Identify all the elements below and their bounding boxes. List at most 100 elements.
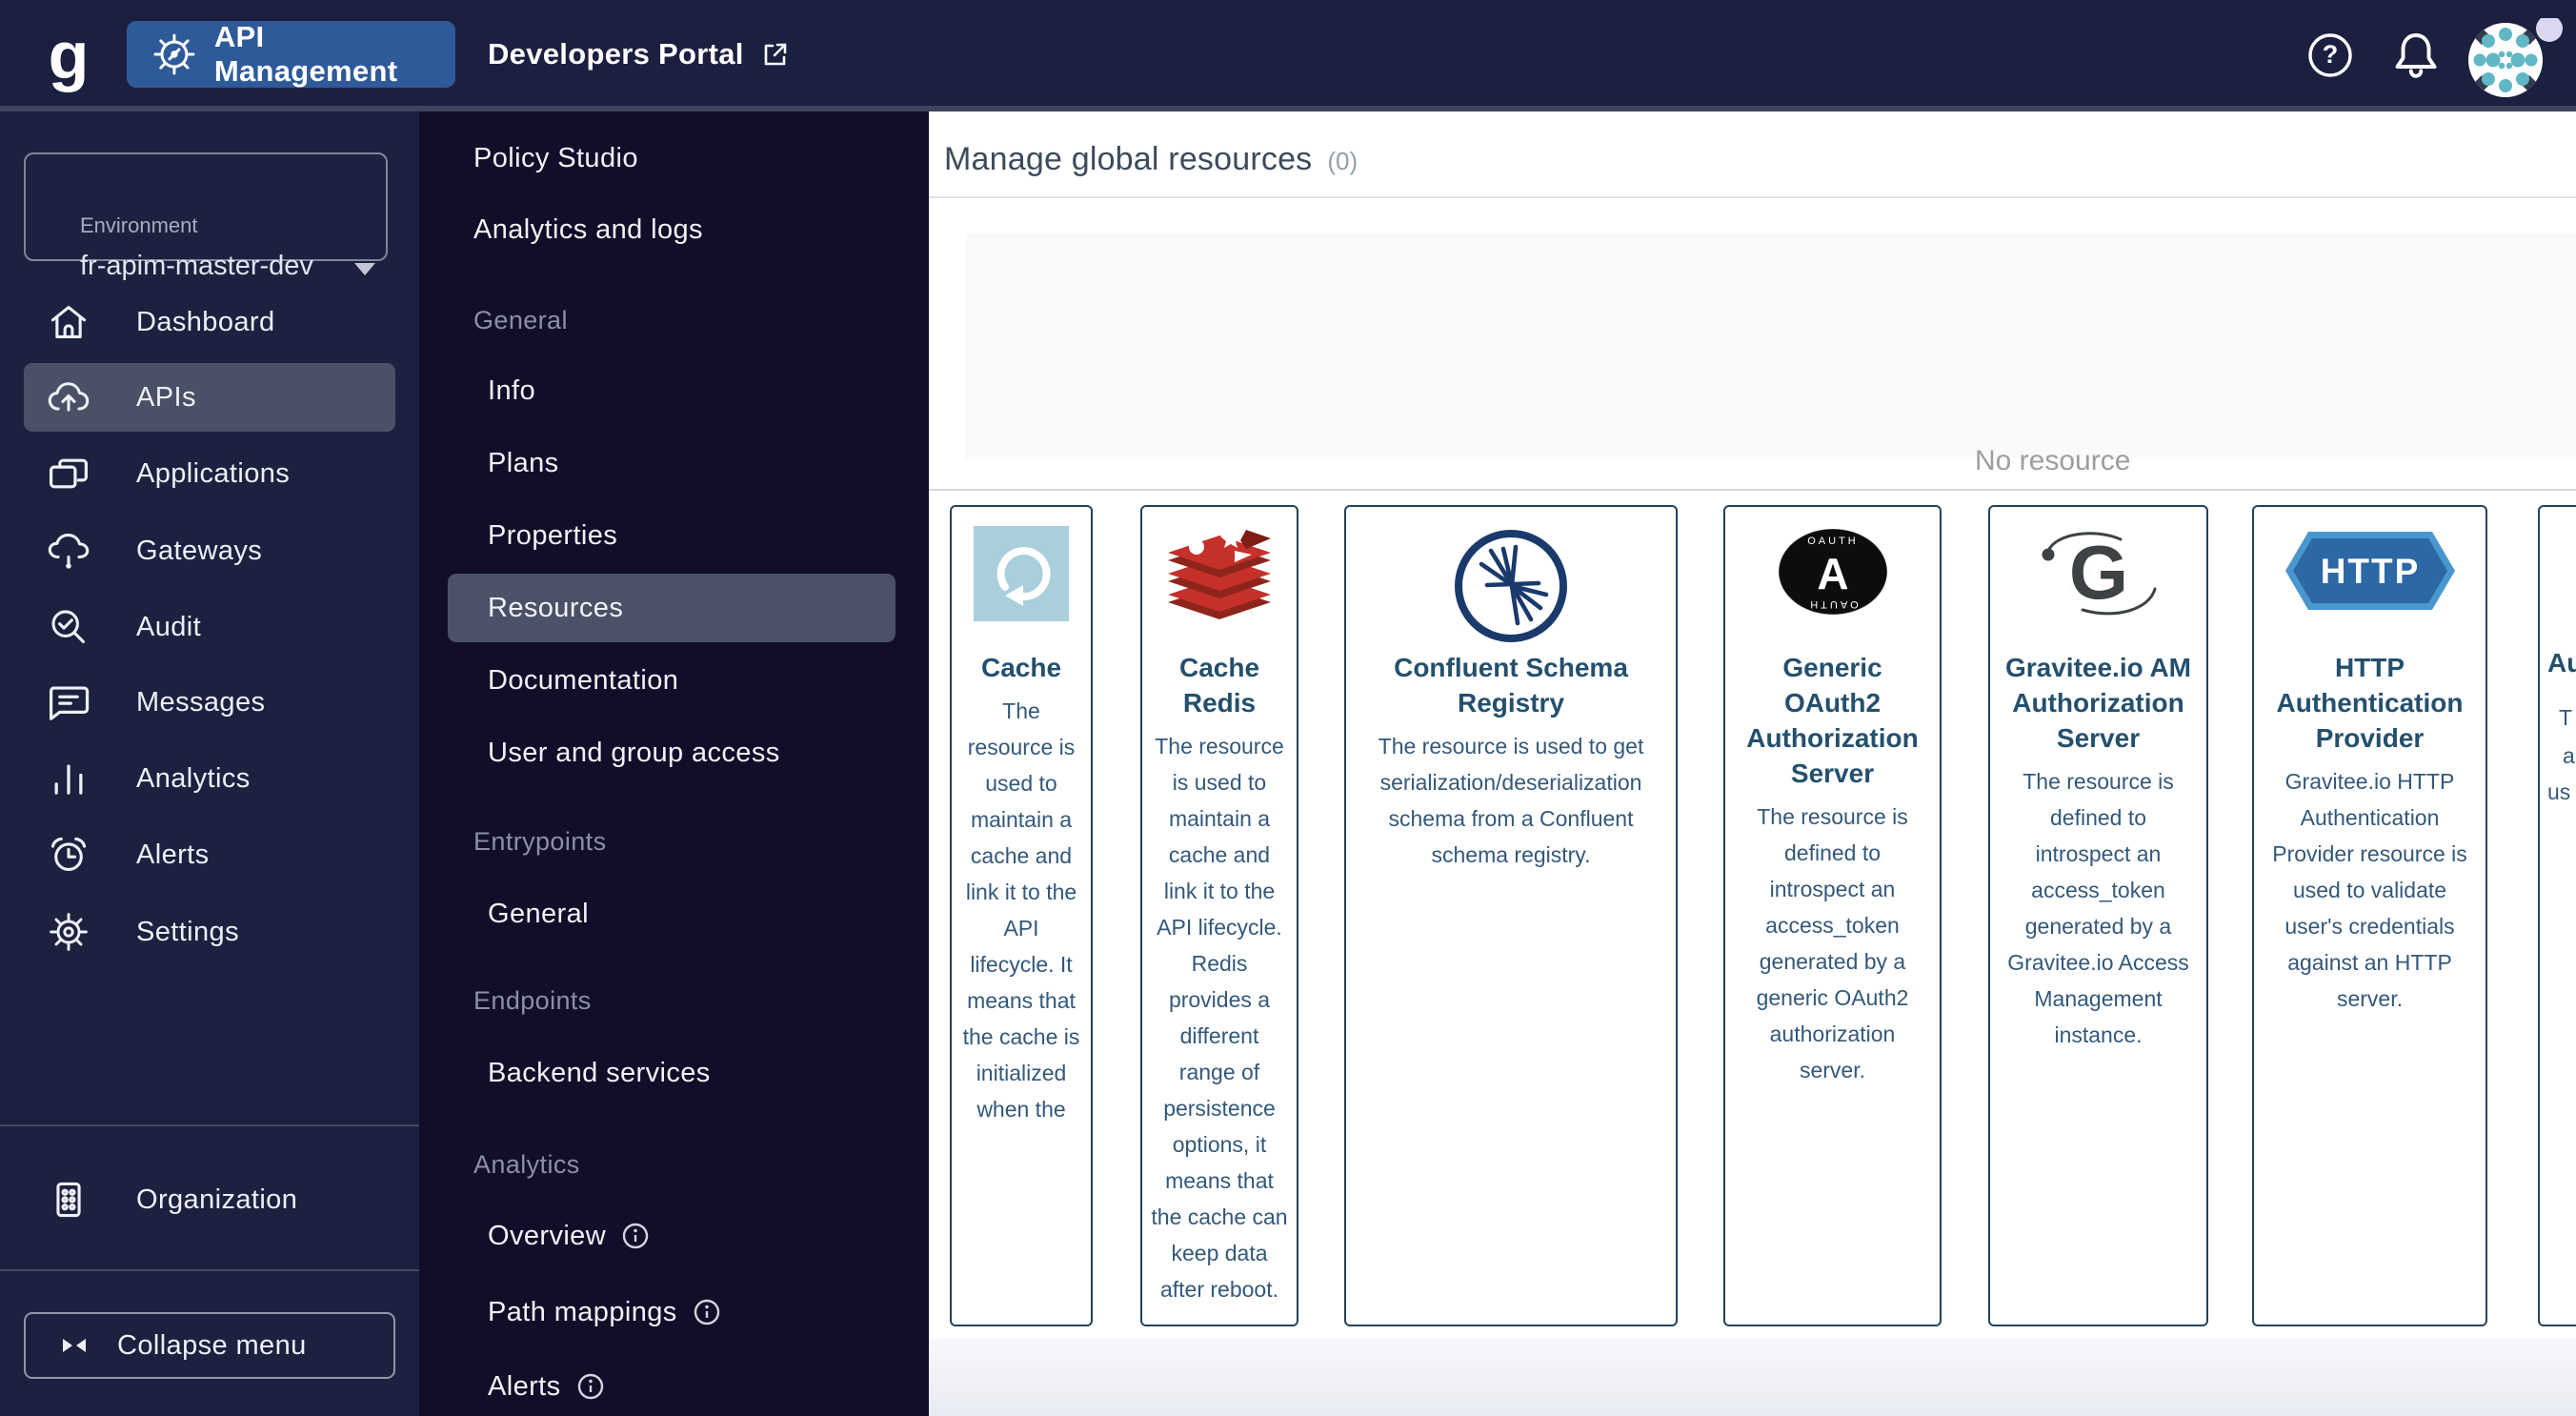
subnav-item-backend-services[interactable]: Backend services bbox=[419, 1039, 929, 1107]
sidebar-item-label: Messages bbox=[136, 686, 266, 718]
redis-icon bbox=[1168, 530, 1271, 619]
developers-portal-link[interactable]: Developers Portal bbox=[488, 21, 792, 88]
collapse-icon bbox=[63, 1339, 86, 1352]
bar-chart-icon bbox=[54, 764, 83, 795]
resource-card-title: Gravitee.io AM Authorization Server bbox=[2004, 653, 2191, 753]
subnav-item-documentation[interactable]: Documentation bbox=[419, 646, 929, 715]
svg-text:?: ? bbox=[2323, 40, 2339, 69]
resource-card-title: HTTP Authentication Provider bbox=[2276, 653, 2464, 753]
sidebar-item-apis[interactable]: APIs bbox=[24, 363, 395, 432]
info-icon bbox=[694, 1299, 719, 1325]
sidebar-item-label: Dashboard bbox=[136, 306, 275, 337]
subnav-item-overview[interactable]: Overview bbox=[419, 1202, 929, 1270]
sidebar-divider bbox=[0, 1269, 419, 1271]
resource-card-cache[interactable]: Cache The resource is used to maintain a… bbox=[950, 505, 1093, 1326]
oauth2-icon: A OAUTH OAUTH bbox=[1778, 528, 1887, 616]
subnav-item-alerts[interactable]: Alerts bbox=[419, 1352, 929, 1416]
avatar-status-badge bbox=[2536, 15, 2563, 42]
chat-icon bbox=[49, 686, 90, 720]
resource-card-description: Gravitee.io HTTP Authentication Provider… bbox=[2272, 769, 2467, 1011]
resource-card-title: Confluent Schema Registry bbox=[1394, 653, 1628, 718]
app-window: g API Management Developers Portal ? Env… bbox=[0, 0, 2576, 1416]
gravitee-logo-icon[interactable]: g bbox=[34, 8, 103, 103]
resource-card-cache-redis[interactable]: Cache Redis The resource is used to main… bbox=[1140, 505, 1298, 1326]
sidebar-item-label: Alerts bbox=[136, 839, 210, 870]
api-subnav: Policy Studio Analytics and logs General… bbox=[419, 111, 1317, 1416]
section-divider bbox=[929, 489, 2576, 491]
sidebar-item-applications[interactable]: Applications bbox=[24, 439, 395, 508]
subnav-item-info[interactable]: Info bbox=[419, 356, 929, 425]
gear-icon bbox=[50, 913, 88, 951]
subnav-item-policy-studio[interactable]: Policy Studio bbox=[419, 124, 929, 192]
cache-refresh-icon bbox=[974, 526, 1069, 621]
subnav-item-path-mappings[interactable]: Path mappings bbox=[419, 1278, 929, 1346]
sidebar-item-label: Organization bbox=[136, 1183, 298, 1215]
sidebar-item-label: Audit bbox=[136, 611, 202, 642]
svg-text:HTTP: HTTP bbox=[2320, 552, 2420, 591]
help-button[interactable]: ? bbox=[2304, 29, 2357, 82]
top-bar-divider bbox=[0, 106, 2576, 111]
organization-icon bbox=[56, 1182, 81, 1218]
sidebar-divider bbox=[0, 1124, 419, 1126]
alarm-clock-icon bbox=[50, 837, 87, 872]
resource-card-generic-oauth2[interactable]: A OAUTH OAUTH Generic OAuth2 Authorizati… bbox=[1723, 505, 1942, 1326]
cloud-upload-icon bbox=[48, 382, 90, 412]
resource-card-title: Generic OAuth2 Authorization Server bbox=[1746, 653, 1919, 788]
subnav-section-analytics: Analytics bbox=[473, 1149, 580, 1179]
subnav-item-resources[interactable]: Resources bbox=[448, 574, 896, 642]
svg-text:OAUTH: OAUTH bbox=[1807, 536, 1859, 547]
confluent-icon bbox=[1455, 530, 1567, 642]
resource-card-description: us bbox=[2547, 779, 2571, 804]
subnav-item-general[interactable]: General bbox=[419, 880, 929, 948]
svg-text:G: G bbox=[2068, 530, 2127, 615]
sidebar-item-gateways[interactable]: Gateways bbox=[24, 516, 395, 585]
subnav-item-properties[interactable]: Properties bbox=[419, 501, 929, 570]
gear-icon bbox=[153, 33, 195, 75]
sidebar-item-label: APIs bbox=[136, 381, 196, 413]
applications-icon bbox=[49, 458, 89, 489]
sidebar-item-organization[interactable]: Organization bbox=[24, 1165, 395, 1234]
environment-selector[interactable]: Environment fr-apim-master-dev bbox=[24, 152, 388, 281]
content-footer-area bbox=[929, 1339, 2576, 1416]
bell-icon bbox=[2395, 33, 2437, 78]
sidebar-item-analytics[interactable]: Analytics bbox=[24, 744, 395, 813]
subnav-section-entrypoints: Entrypoints bbox=[473, 826, 607, 856]
sidebar-item-label: Settings bbox=[136, 916, 239, 947]
header-divider bbox=[929, 196, 2576, 198]
resource-card-description: T bbox=[2559, 705, 2573, 730]
sidebar-item-messages[interactable]: Messages bbox=[24, 668, 395, 737]
sidebar-item-alerts[interactable]: Alerts bbox=[24, 820, 395, 889]
sidebar-item-label: Applications bbox=[136, 457, 291, 489]
collapse-menu-button[interactable]: Collapse menu bbox=[24, 1312, 395, 1379]
subnav-item-user-and-group-access[interactable]: User and group access bbox=[419, 718, 929, 787]
api-management-button[interactable]: API Management bbox=[127, 20, 455, 88]
help-icon: ? bbox=[2308, 33, 2352, 77]
svg-text:OAUTH: OAUTH bbox=[1807, 598, 1859, 610]
svg-text:A: A bbox=[1817, 549, 1848, 598]
resource-card-gravitee-am[interactable]: G Gravitee.io AM Authorization Server Th… bbox=[1988, 505, 2208, 1326]
info-icon bbox=[577, 1373, 603, 1400]
collapse-menu-label: Collapse menu bbox=[117, 1329, 307, 1361]
subnav-item-analytics-and-logs[interactable]: Analytics and logs bbox=[419, 195, 929, 264]
subnav-item-plans[interactable]: Plans bbox=[419, 429, 929, 497]
resource-card-title: Cache Redis bbox=[1178, 653, 1260, 718]
main-content: Manage global resources (0) No resource … bbox=[929, 111, 2576, 1416]
sidebar-item-settings[interactable]: Settings bbox=[24, 898, 395, 966]
chevron-down-icon bbox=[354, 263, 375, 275]
sidebar-item-audit[interactable]: Audit bbox=[24, 593, 395, 661]
resource-card-description: The resource is defined to introspect an… bbox=[1756, 804, 1909, 1082]
resource-card-description: a bbox=[2563, 743, 2575, 768]
http-icon: HTTP bbox=[2284, 532, 2455, 610]
page-title: Manage global resources bbox=[944, 141, 1313, 177]
resource-card-description: The resource is used to get serializatio… bbox=[1378, 734, 1644, 867]
resource-card-confluent-schema-registry[interactable]: Confluent Schema Registry The resource i… bbox=[1344, 505, 1678, 1326]
environment-value: fr-apim-master-dev bbox=[80, 251, 313, 281]
resource-card-partial[interactable]: Au T a us bbox=[2538, 505, 2576, 1326]
sidebar-item-dashboard[interactable]: Dashboard bbox=[24, 288, 395, 356]
resource-card-http-auth-provider[interactable]: HTTP HTTP Authentication Provider Gravit… bbox=[2252, 505, 2487, 1326]
notifications-button[interactable] bbox=[2387, 27, 2445, 84]
cloud-gateway-icon bbox=[48, 534, 90, 569]
environment-label: Environment bbox=[80, 213, 198, 237]
empty-state-text: No resource bbox=[1975, 445, 2131, 476]
user-avatar[interactable] bbox=[2467, 15, 2563, 98]
